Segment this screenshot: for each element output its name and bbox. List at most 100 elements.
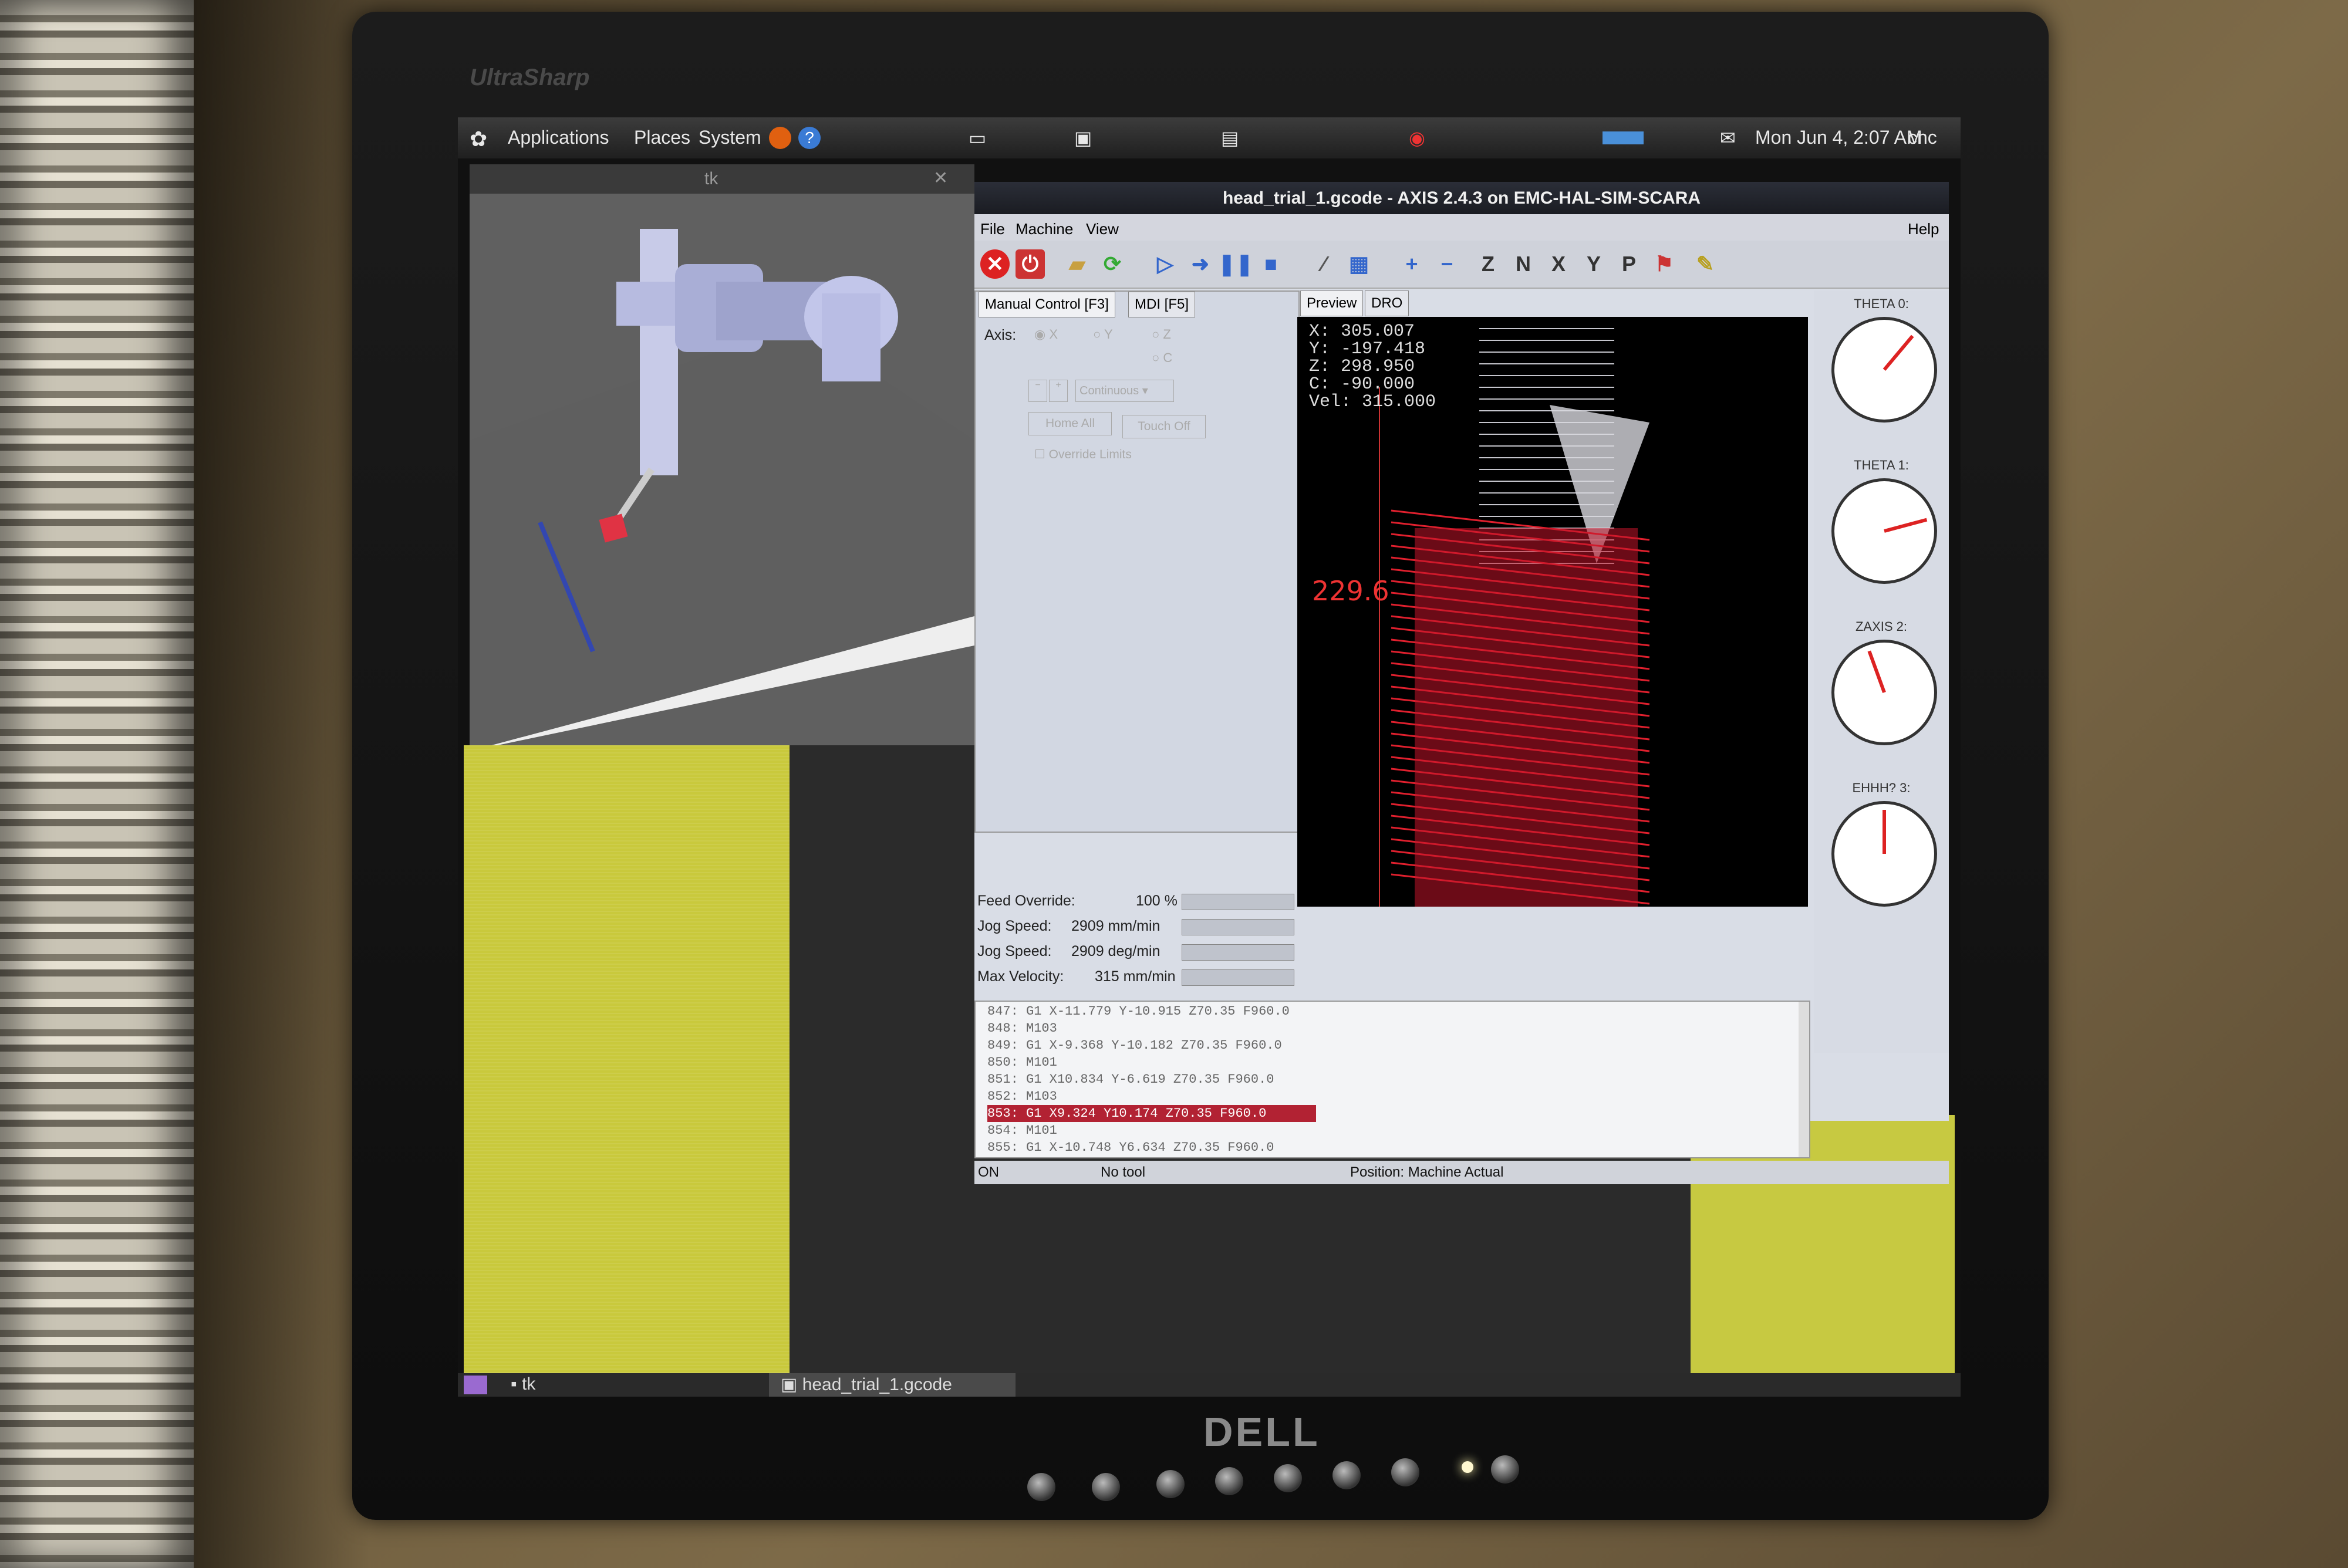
feed-override-slider[interactable] [1182,894,1294,910]
monitor-brand-bottom: DELL [1203,1409,1320,1455]
optional-stop-icon[interactable]: ▦ [1344,249,1374,279]
rotate-view-icon[interactable]: ⚑ [1649,249,1679,279]
estop-button[interactable]: ✕ [980,249,1010,279]
menu-places[interactable]: Places [634,127,690,148]
tk-window: tk ✕ [470,164,974,780]
monitor-icon[interactable]: ▤ [1221,127,1239,149]
yellow-backdrop-left [464,745,790,1373]
power-led [1462,1461,1473,1473]
show-desktop-icon[interactable] [464,1376,487,1394]
monitor-button[interactable] [1215,1467,1243,1495]
terminal-icon[interactable]: ▭ [969,127,986,149]
max-velocity-slider[interactable] [1182,969,1294,986]
reload-icon[interactable]: ⟳ [1098,249,1127,279]
monitor-button[interactable] [1027,1473,1055,1501]
run-button[interactable]: ▷ [1151,249,1180,279]
jog-plus-button[interactable]: + [1049,380,1068,402]
axis-radio-c[interactable]: ○ C [1152,350,1172,366]
panel-clock[interactable]: Mon Jun 4, 2:07 AM [1755,127,1922,148]
monitor-button[interactable] [1156,1470,1185,1498]
gcode-listing[interactable]: 847: G1 X-11.779 Y-10.915 Z70.35 F960.0 … [974,1001,1810,1158]
gcode-line[interactable]: 850: M101 [987,1054,1316,1071]
jog-speed-angular-slider[interactable] [1182,944,1294,961]
status-machine-state: ON [978,1164,999,1180]
axis-radio-x[interactable]: ◉ X [1034,327,1058,342]
override-limits-checkbox[interactable]: ☐ Override Limits [1034,447,1132,462]
dro-c: -90.000 [1341,374,1415,394]
view-z-button[interactable]: Z [1473,249,1503,279]
firefox-icon[interactable] [769,127,791,149]
block-delete-icon[interactable]: ⁄ [1309,249,1338,279]
monitor-button[interactable] [1092,1473,1120,1501]
zoom-in-icon[interactable]: + [1397,249,1426,279]
tab-preview[interactable]: Preview [1300,290,1364,316]
stop-button[interactable]: ■ [1256,249,1286,279]
gcode-line-active[interactable]: 853: G1 X9.324 Y10.174 Z70.35 F960.0 [987,1105,1316,1122]
debian-icon[interactable]: ◉ [1409,127,1425,149]
feed-override-value: 100 % [1136,893,1178,909]
power-button[interactable] [1491,1455,1519,1483]
view-x-button[interactable]: X [1544,249,1573,279]
taskbar-item-tk[interactable]: ▪ tk [511,1374,535,1394]
gcode-line[interactable]: 847: G1 X-11.779 Y-10.915 Z70.35 F960.0 [987,1003,1316,1020]
panel-user[interactable]: cnc [1908,127,1937,148]
view-n-button[interactable]: N [1509,249,1538,279]
menu-file[interactable]: File [980,220,1005,238]
scara-3d-view[interactable] [470,194,974,780]
pause-button[interactable]: ❚❚ [1218,249,1253,279]
step-button[interactable]: ➜ [1186,249,1215,279]
dro-y: -197.418 [1341,339,1426,359]
gauge-theta0 [1831,317,1937,423]
gcode-line[interactable]: 855: G1 X-10.748 Y6.634 Z70.35 F960.0 [987,1139,1316,1156]
gauge-needle [1883,334,1914,371]
clear-plot-icon[interactable]: ✎ [1691,249,1720,279]
gauge-label-ehhh3: EHHH? 3: [1852,780,1911,795]
gcode-line[interactable]: 849: G1 X-9.368 Y-10.182 Z70.35 F960.0 [987,1037,1316,1054]
max-velocity-value: 315 mm/min [1095,968,1176,985]
view-p-button[interactable]: P [1614,249,1644,279]
tab-dro[interactable]: DRO [1365,290,1409,316]
menu-help[interactable]: Help [1908,220,1939,238]
taskbar-item-axis[interactable]: ▣ head_trial_1.gcode [769,1373,1016,1397]
menu-applications[interactable]: Applications [508,127,609,148]
monitor-button[interactable] [1391,1458,1419,1486]
menu-system[interactable]: System [699,127,761,148]
power-button[interactable]: ⏻ [1016,249,1045,279]
axis-radio-y[interactable]: ○ Y [1093,327,1113,342]
axis-toolbar: ✕ ⏻ ▰ ⟳ ▷ ➜ ❚❚ ■ ⁄ ▦ + − Z N X Y P ⚑ ✎ [974,241,1949,289]
dro-vel: 315.000 [1362,392,1436,412]
dro-readout: X: 305.007 Y: -197.418 Z: 298.950 C: -90… [1309,322,1436,412]
monitor-brand-top: UltraSharp [470,65,590,90]
menu-view[interactable]: View [1086,220,1119,238]
gcode-line[interactable]: 848: M103 [987,1020,1316,1037]
zoom-out-icon[interactable]: − [1432,249,1462,279]
view-y-button[interactable]: Y [1579,249,1608,279]
menu-machine[interactable]: Machine [1016,220,1073,238]
jog-minus-button[interactable]: − [1028,380,1047,402]
monitor-button[interactable] [1274,1464,1302,1492]
gcode-scrollbar[interactable] [1799,1002,1809,1157]
manual-control-pane: Manual Control [F3] MDI [F5] Axis: ◉ X ○… [974,290,1300,833]
mail-icon[interactable]: ✉ [1720,127,1736,149]
jog-mode-select[interactable]: Continuous ▾ [1075,380,1174,402]
gauge-theta1 [1831,478,1937,584]
tab-manual-control[interactable]: Manual Control [F3] [979,292,1115,317]
jog-speed-slider[interactable] [1182,919,1294,935]
gcode-line[interactable]: 852: M103 [987,1088,1316,1105]
monitor-button[interactable] [1332,1461,1361,1489]
help-icon[interactable]: ? [798,127,821,149]
toolpath-preview[interactable]: X: 305.007 Y: -197.418 Z: 298.950 C: -90… [1297,317,1808,907]
status-position: Position: Machine Actual [1350,1164,1504,1180]
touch-off-button[interactable]: Touch Off [1122,415,1206,438]
window-icon[interactable]: ▣ [1074,127,1092,149]
gcode-line[interactable]: 851: G1 X10.834 Y-6.619 Z70.35 F960.0 [987,1071,1316,1088]
tab-mdi[interactable]: MDI [F5] [1128,292,1196,317]
gnome-foot-icon[interactable]: ✿ [470,127,487,151]
close-icon[interactable]: ✕ [933,168,948,188]
dro-z: 298.950 [1341,357,1415,377]
gcode-line[interactable]: 854: M101 [987,1122,1316,1139]
axis-radio-z[interactable]: ○ Z [1152,327,1171,342]
open-file-icon[interactable]: ▰ [1062,249,1092,279]
home-all-button[interactable]: Home All [1028,412,1112,435]
axis-titlebar: head_trial_1.gcode - AXIS 2.4.3 on EMC-H… [974,182,1949,214]
